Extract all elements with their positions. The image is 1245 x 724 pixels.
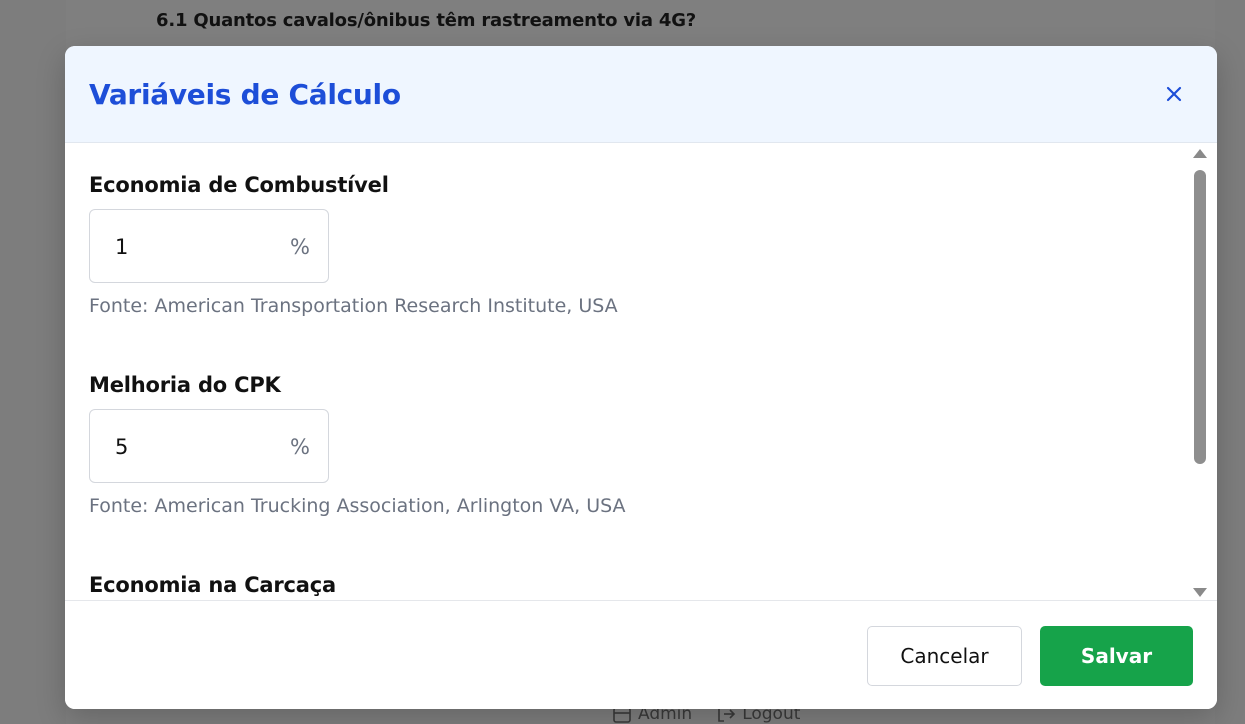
calculation-variables-modal: Variáveis de Cálculo Economia de Combust… [65, 46, 1217, 709]
cancel-button[interactable]: Cancelar [867, 626, 1022, 686]
modal-header: Variáveis de Cálculo [65, 46, 1217, 143]
input-value: 1 [115, 235, 129, 259]
field-source: Fonte: American Trucking Association, Ar… [89, 495, 626, 517]
field-cpk-improvement: Melhoria do CPK 5 % Fonte: American Truc… [89, 373, 626, 517]
modal-footer: Cancelar Salvar [65, 600, 1217, 709]
field-label: Melhoria do CPK [89, 373, 281, 397]
scroll-thumb[interactable] [1194, 170, 1206, 464]
cpk-improvement-input[interactable]: 5 % [89, 409, 329, 483]
question-text: 6.1 Quantos cavalos/ônibus têm rastreame… [156, 10, 697, 31]
field-casing-economy: Economia na Carcaça [89, 573, 336, 597]
modal-title: Variáveis de Cálculo [89, 78, 401, 111]
field-label: Economia na Carcaça [89, 573, 336, 597]
modal-scrollbar[interactable] [1189, 146, 1211, 600]
save-button[interactable]: Salvar [1040, 626, 1193, 686]
close-button[interactable] [1161, 81, 1187, 107]
percent-unit: % [290, 235, 310, 259]
scroll-down-arrow-icon[interactable] [1193, 588, 1207, 597]
modal-body[interactable]: Economia de Combustível 1 % Fonte: Ameri… [65, 143, 1217, 600]
percent-unit: % [290, 435, 310, 459]
field-label: Economia de Combustível [89, 173, 389, 197]
input-value: 5 [115, 435, 129, 459]
field-fuel-economy: Economia de Combustível 1 % Fonte: Ameri… [89, 173, 618, 317]
close-icon [1166, 86, 1182, 102]
scroll-up-arrow-icon[interactable] [1193, 149, 1207, 158]
field-source: Fonte: American Transportation Research … [89, 295, 618, 317]
fuel-economy-input[interactable]: 1 % [89, 209, 329, 283]
